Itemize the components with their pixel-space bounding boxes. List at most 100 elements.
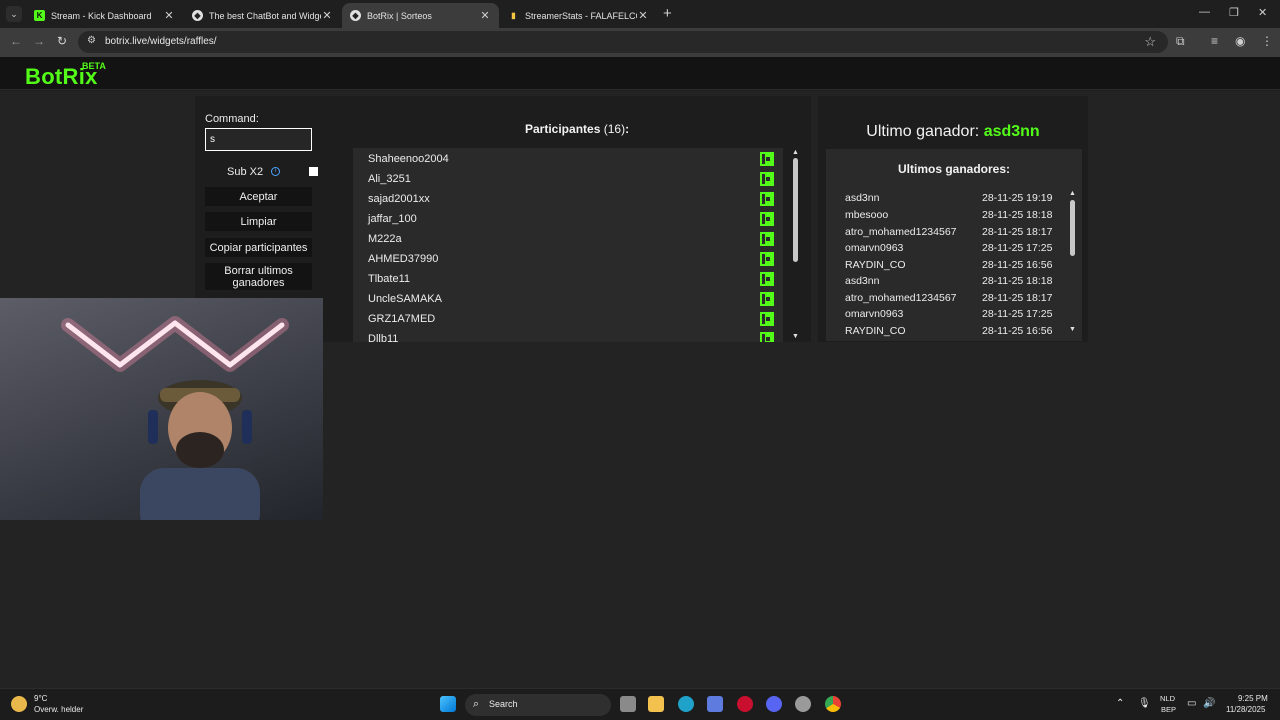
clear-button[interactable]: Limpiar <box>205 212 312 231</box>
winner-row: omarvn0963 28-11-25 17:25 <box>826 306 1066 323</box>
winner-name: RAYDIN_CO <box>845 259 906 271</box>
tab-streamerstats[interactable]: ▮ StreamerStats - FALAFELCO Pro ✕ <box>500 3 657 28</box>
tab-kick-dashboard[interactable]: K Stream - Kick Dashboard ✕ <box>26 3 183 28</box>
reload-icon[interactable]: ↻ <box>57 34 67 48</box>
kick-icon <box>760 212 774 226</box>
kick-icon: K <box>34 10 45 21</box>
media-control-icon[interactable]: ≡ <box>1211 34 1218 48</box>
scroll-down-icon[interactable]: ▼ <box>1069 326 1076 333</box>
participants-title: Participantes (16): <box>525 122 629 136</box>
opera-icon[interactable] <box>737 696 753 712</box>
address-bar[interactable]: ⚙ botrix.live/widgets/raffles/ ☆ <box>78 31 1168 53</box>
command-input[interactable]: s <box>205 128 312 151</box>
clock-date[interactable]: 11/28/2025 <box>1226 705 1265 714</box>
participants-scrollbar[interactable] <box>793 158 798 262</box>
weather-icon[interactable] <box>11 696 27 712</box>
browser-tab-strip: ⌄ K Stream - Kick Dashboard ✕ ◆ The best… <box>0 0 1280 28</box>
winner-name: RAYDIN_CO <box>845 325 906 337</box>
winner-date: 28-11-25 16:56 <box>982 325 1053 337</box>
back-icon[interactable]: ← <box>10 34 22 48</box>
winner-date: 28-11-25 19:19 <box>982 192 1053 204</box>
scroll-up-icon[interactable]: ▲ <box>1069 190 1076 197</box>
participant-name: sajad2001xx <box>368 193 430 205</box>
menu-icon[interactable]: ⋮ <box>1261 34 1273 48</box>
info-icon[interactable]: i <box>271 167 280 176</box>
chrome-icon[interactable] <box>825 696 841 712</box>
winner-name: omarvn0963 <box>845 308 904 320</box>
tab-title: BotRix | Sorteos <box>367 10 432 21</box>
store-icon[interactable] <box>707 696 723 712</box>
participant-row: Dllb11 <box>353 329 774 342</box>
taskbar-search[interactable]: ⌕ Search <box>465 694 611 716</box>
bookmark-star-icon[interactable]: ☆ <box>1144 34 1156 50</box>
tab-botrix-sorteos[interactable]: ◆ BotRix | Sorteos ✕ <box>342 3 499 28</box>
input-language[interactable]: NLD <box>1160 694 1175 703</box>
winner-name: mbesooo <box>845 209 889 221</box>
file-explorer-icon[interactable] <box>648 696 664 712</box>
winners-list[interactable]: Ultimos ganadores: asd3nn 28-11-25 19:19 … <box>826 149 1082 341</box>
profile-icon[interactable]: ◉ <box>1235 34 1245 48</box>
copy-participants-button[interactable]: Copiar participantes <box>205 238 312 257</box>
close-icon[interactable]: ✕ <box>163 9 175 22</box>
weather-desc[interactable]: Overw. helder <box>34 705 83 714</box>
search-label: Search <box>489 699 518 709</box>
participant-name: Dllb11 <box>368 333 399 342</box>
winners-scrollbar[interactable] <box>1070 200 1075 256</box>
scroll-down-icon[interactable]: ▼ <box>792 333 799 340</box>
minimize-icon[interactable]: — <box>1199 6 1210 18</box>
winner-name: atro_mohamed1234567 <box>845 292 957 304</box>
close-icon[interactable]: ✕ <box>321 9 333 22</box>
tab-title: Stream - Kick Dashboard <box>51 10 152 21</box>
participant-row: UncleSAMAKA <box>353 289 774 309</box>
winner-name: asd3nn <box>845 192 880 204</box>
volume-icon[interactable]: 🔊 <box>1203 698 1215 709</box>
kick-icon <box>760 152 774 166</box>
participant-row: Shaheenoo2004 <box>353 149 774 169</box>
extensions-icon[interactable]: ⧉ <box>1176 34 1185 49</box>
participants-label: Participantes <box>525 122 601 136</box>
settings-icon[interactable] <box>795 696 811 712</box>
accept-button[interactable]: Aceptar <box>205 187 312 206</box>
participant-name: AHMED37990 <box>368 253 439 265</box>
clock-time[interactable]: 9:25 PM <box>1238 694 1268 703</box>
site-info-icon[interactable]: ⚙ <box>87 35 96 46</box>
participant-name: Ali_3251 <box>368 173 411 185</box>
network-icon[interactable]: ▭ <box>1187 698 1196 709</box>
input-layout[interactable]: BEP <box>1161 705 1176 714</box>
winner-name: omarvn0963 <box>845 242 904 254</box>
tab-title: The best ChatBot and Widgets <box>209 10 321 21</box>
task-view-icon[interactable] <box>620 696 636 712</box>
tab-chatbot-widgets[interactable]: ◆ The best ChatBot and Widgets ✕ <box>184 3 341 28</box>
participant-row: AHMED37990 <box>353 249 774 269</box>
participant-row: jaffar_100 <box>353 209 774 229</box>
sub-x2-checkbox[interactable] <box>309 167 318 176</box>
winner-date: 28-11-25 18:17 <box>982 226 1053 238</box>
windows-taskbar: 9°C Overw. helder ⌕ Search ⌃ 🎙 NLD BEP ▭… <box>0 688 1280 720</box>
tab-search-icon[interactable]: ⌄ <box>6 6 22 22</box>
start-icon[interactable] <box>440 696 456 712</box>
new-tab-icon[interactable]: + <box>663 6 672 22</box>
winner-date: 28-11-25 17:25 <box>982 308 1053 320</box>
url-text[interactable]: botrix.live/widgets/raffles/ <box>105 36 217 47</box>
delete-winners-button[interactable]: Borrar ultimos ganadores <box>205 263 312 290</box>
winner-row: asd3nn 28-11-25 19:19 <box>826 190 1066 207</box>
kick-icon <box>760 292 774 306</box>
close-icon[interactable]: ✕ <box>479 9 491 22</box>
tray-overflow-icon[interactable]: ⌃ <box>1116 698 1124 709</box>
participants-list[interactable]: Shaheenoo2004 Ali_3251 sajad2001xx jaffa… <box>353 148 783 342</box>
weather-temp[interactable]: 9°C <box>34 694 47 703</box>
kick-icon <box>760 232 774 246</box>
scroll-up-icon[interactable]: ▲ <box>792 149 799 156</box>
edge-icon[interactable] <box>678 696 694 712</box>
forward-icon[interactable]: → <box>33 34 45 48</box>
browser-toolbar: ← → ↻ ⚙ botrix.live/widgets/raffles/ ☆ ⧉… <box>0 28 1280 57</box>
discord-icon[interactable] <box>766 696 782 712</box>
last-winner-label: Ultimo ganador: <box>866 123 980 140</box>
close-icon[interactable]: ✕ <box>637 9 649 22</box>
maximize-icon[interactable]: ❐ <box>1229 6 1239 19</box>
microphone-icon[interactable]: 🎙 <box>1138 698 1151 709</box>
winner-name: atro_mohamed1234567 <box>845 226 957 238</box>
winner-row: RAYDIN_CO 28-11-25 16:56 <box>826 257 1066 274</box>
window-close-icon[interactable]: ✕ <box>1258 6 1267 19</box>
kick-icon <box>760 192 774 206</box>
